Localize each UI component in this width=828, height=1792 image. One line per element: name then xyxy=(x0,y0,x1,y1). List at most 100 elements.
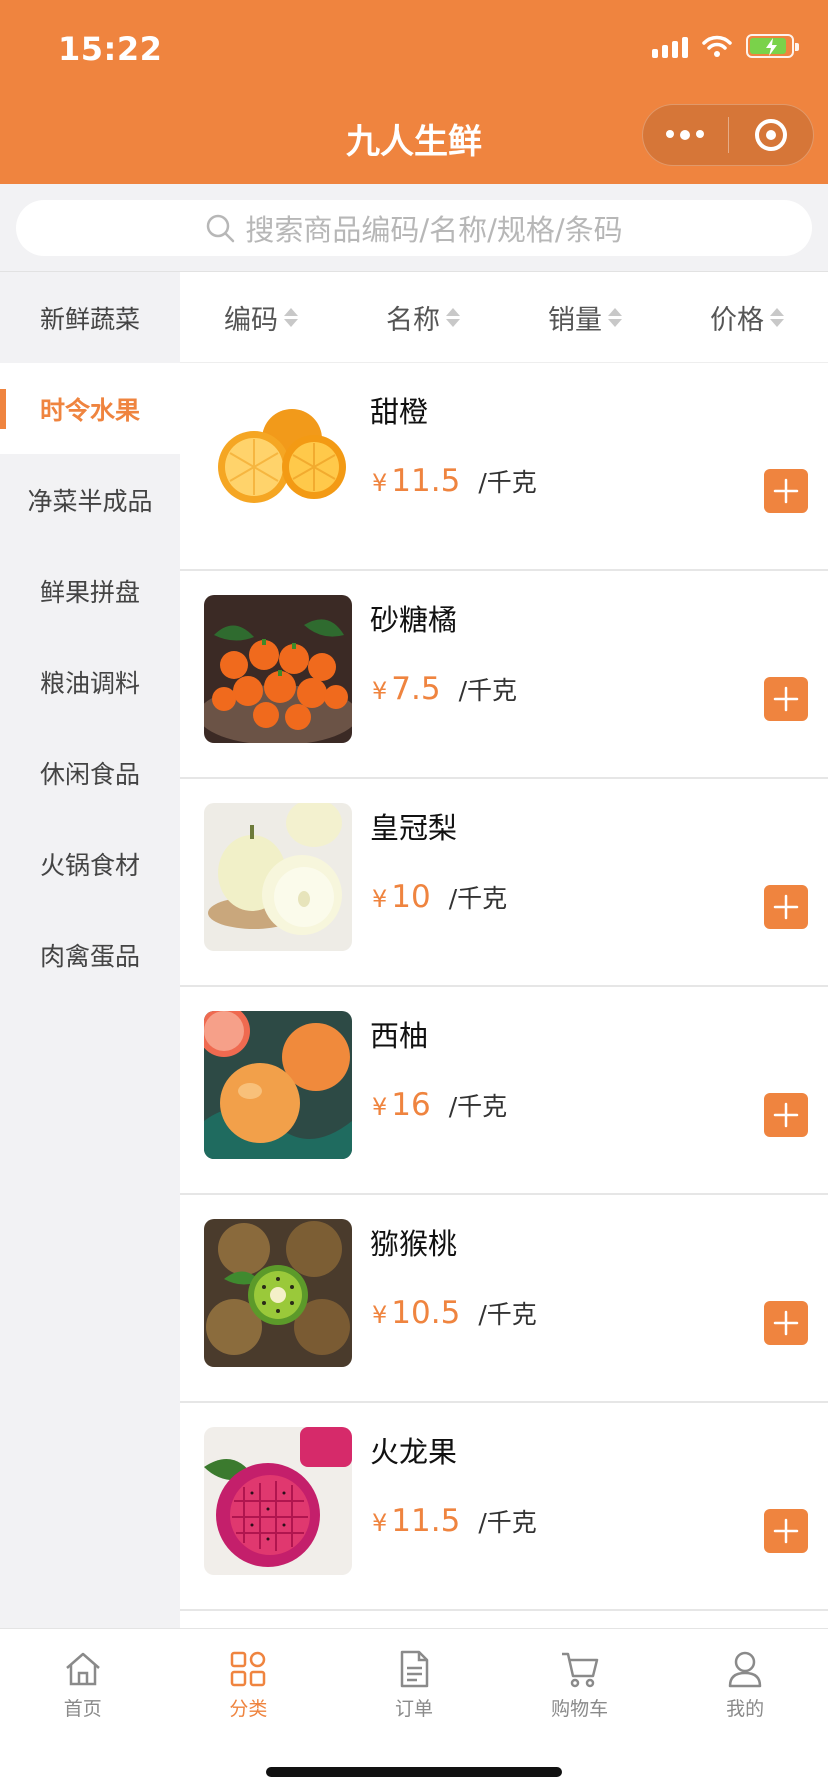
product-price: ¥ 10 /千克 xyxy=(372,879,507,915)
tab-orders[interactable]: 订单 xyxy=(331,1629,497,1739)
more-button[interactable] xyxy=(643,105,728,165)
sidebar-item-label: 休闲食品 xyxy=(39,759,140,789)
sort-bar: 编码 名称 销量 价格 xyxy=(180,272,828,363)
sidebar-item-prepped-vegetables[interactable]: 净菜半成品 xyxy=(0,454,180,545)
product-item[interactable]: 火龙果 ¥ 11.5 /千克 xyxy=(180,1403,828,1611)
price-amount: 10 xyxy=(391,879,431,915)
product-item[interactable]: 砂糖橘 ¥ 7.5 /千克 xyxy=(180,571,828,779)
signal-icon xyxy=(652,34,688,58)
tab-home[interactable]: 首页 xyxy=(0,1629,166,1739)
product-price: ¥ 11.5 /千克 xyxy=(372,463,537,499)
product-name: 砂糖橘 xyxy=(370,603,458,637)
sidebar-item-grain-oil[interactable]: 粮油调料 xyxy=(0,636,180,727)
product-list: 甜橙 ¥ 11.5 /千克 砂糖橘 ¥ 7.5 /千克 皇冠梨 ¥ 10 /千克… xyxy=(180,363,828,1628)
product-item[interactable]: 猕猴桃 ¥ 10.5 /千克 xyxy=(180,1195,828,1403)
plus-icon xyxy=(773,686,799,712)
search-icon xyxy=(207,214,235,243)
sidebar-item-meat-eggs[interactable]: 肉禽蛋品 xyxy=(0,909,180,1000)
sidebar-item-label: 净菜半成品 xyxy=(27,486,153,516)
tab-bar: 首页 分类 订单 购物车 我的 xyxy=(0,1628,828,1792)
product-image-dragonfruit[interactable] xyxy=(204,1427,352,1575)
add-to-cart-button[interactable] xyxy=(764,885,808,929)
search-placeholder: 搜索商品编码/名称/规格/条码 xyxy=(245,213,623,247)
product-price: ¥ 16 /千克 xyxy=(372,1087,507,1123)
product-image-pear[interactable] xyxy=(204,803,352,951)
sidebar-item-label: 火锅食材 xyxy=(39,850,140,880)
product-name: 猕猴桃 xyxy=(370,1227,458,1261)
sidebar-item-fruit-platter[interactable]: 鲜果拼盘 xyxy=(0,545,180,636)
plus-icon xyxy=(773,1310,799,1336)
price-currency: ¥ xyxy=(372,469,388,497)
sort-by-name[interactable]: 名称 xyxy=(342,298,504,337)
product-item[interactable]: 西柚 ¥ 16 /千克 xyxy=(180,987,828,1195)
sort-by-price[interactable]: 价格 xyxy=(666,298,828,337)
sort-arrows-icon xyxy=(770,307,784,327)
price-currency: ¥ xyxy=(372,677,388,705)
sidebar-item-fresh-vegetables[interactable]: 新鲜蔬菜 xyxy=(0,272,180,363)
price-amount: 11.5 xyxy=(391,463,461,499)
header: 15:22 九人生鲜 xyxy=(0,0,828,184)
product-image-tangerine[interactable] xyxy=(204,595,352,743)
product-item[interactable]: 皇冠梨 ¥ 10 /千克 xyxy=(180,779,828,987)
product-name: 甜橙 xyxy=(370,395,429,429)
sort-label: 名称 xyxy=(386,304,440,336)
product-price: ¥ 11.5 /千克 xyxy=(372,1503,537,1539)
sort-label: 销量 xyxy=(548,304,602,336)
status-icons xyxy=(652,34,799,58)
screen: 15:22 九人生鲜 搜索商品编码/名称/规格/条码 新鲜蔬菜 时令水果 净菜半… xyxy=(0,0,828,1792)
add-to-cart-button[interactable] xyxy=(764,469,808,513)
add-to-cart-button[interactable] xyxy=(764,677,808,721)
sort-arrows-icon xyxy=(284,307,298,327)
tab-label: 首页 xyxy=(63,1697,102,1720)
add-to-cart-button[interactable] xyxy=(764,1093,808,1137)
more-dots-icon xyxy=(666,130,705,140)
battery-icon xyxy=(746,34,799,58)
sidebar-item-label: 时令水果 xyxy=(39,395,140,425)
home-indicator[interactable] xyxy=(266,1767,562,1777)
sort-by-code[interactable]: 编码 xyxy=(180,298,342,337)
sort-by-sales[interactable]: 销量 xyxy=(504,298,666,337)
tab-label: 购物车 xyxy=(551,1697,609,1720)
price-unit: /千克 xyxy=(448,884,508,913)
sidebar-item-snacks[interactable]: 休闲食品 xyxy=(0,727,180,818)
price-unit: /千克 xyxy=(478,468,537,497)
product-name: 皇冠梨 xyxy=(370,811,458,845)
search-input[interactable]: 搜索商品编码/名称/规格/条码 xyxy=(16,200,812,256)
price-unit: /千克 xyxy=(458,676,518,705)
plus-icon xyxy=(773,478,799,504)
close-target-icon xyxy=(754,119,787,151)
sidebar-item-seasonal-fruit[interactable]: 时令水果 xyxy=(0,363,180,454)
price-currency: ¥ xyxy=(372,1093,388,1121)
product-item[interactable]: 甜橙 ¥ 11.5 /千克 xyxy=(180,363,828,571)
price-amount: 11.5 xyxy=(391,1503,461,1539)
tab-label: 订单 xyxy=(394,1697,433,1720)
add-to-cart-button[interactable] xyxy=(764,1509,808,1553)
status-time: 15:22 xyxy=(58,30,163,68)
price-amount: 7.5 xyxy=(391,671,441,707)
sidebar-item-hotpot[interactable]: 火锅食材 xyxy=(0,818,180,909)
product-image-grapefruit[interactable] xyxy=(204,1011,352,1159)
sort-label: 编码 xyxy=(224,304,278,336)
product-image-orange[interactable] xyxy=(204,387,352,535)
product-image-kiwi[interactable] xyxy=(204,1219,352,1367)
category-icon xyxy=(231,1651,266,1686)
user-icon xyxy=(728,1651,762,1687)
sort-arrows-icon xyxy=(446,307,460,327)
add-to-cart-button[interactable] xyxy=(764,1301,808,1345)
tab-profile[interactable]: 我的 xyxy=(662,1629,828,1739)
price-currency: ¥ xyxy=(372,1301,388,1329)
tab-category[interactable]: 分类 xyxy=(166,1629,332,1739)
sidebar-item-label: 粮油调料 xyxy=(39,668,140,698)
cart-icon xyxy=(561,1652,598,1687)
close-button[interactable] xyxy=(729,105,814,165)
order-icon xyxy=(400,1650,429,1687)
tab-cart[interactable]: 购物车 xyxy=(497,1629,663,1739)
price-currency: ¥ xyxy=(372,1509,388,1537)
sort-label: 价格 xyxy=(710,304,764,336)
product-name: 火龙果 xyxy=(370,1435,458,1469)
sort-arrows-icon xyxy=(608,307,622,327)
price-unit: /千克 xyxy=(478,1300,537,1329)
tab-label: 分类 xyxy=(229,1697,268,1720)
price-amount: 16 xyxy=(391,1087,431,1123)
category-sidebar: 新鲜蔬菜 时令水果 净菜半成品 鲜果拼盘 粮油调料 休闲食品 火锅食材 肉禽蛋品 xyxy=(0,272,180,1628)
